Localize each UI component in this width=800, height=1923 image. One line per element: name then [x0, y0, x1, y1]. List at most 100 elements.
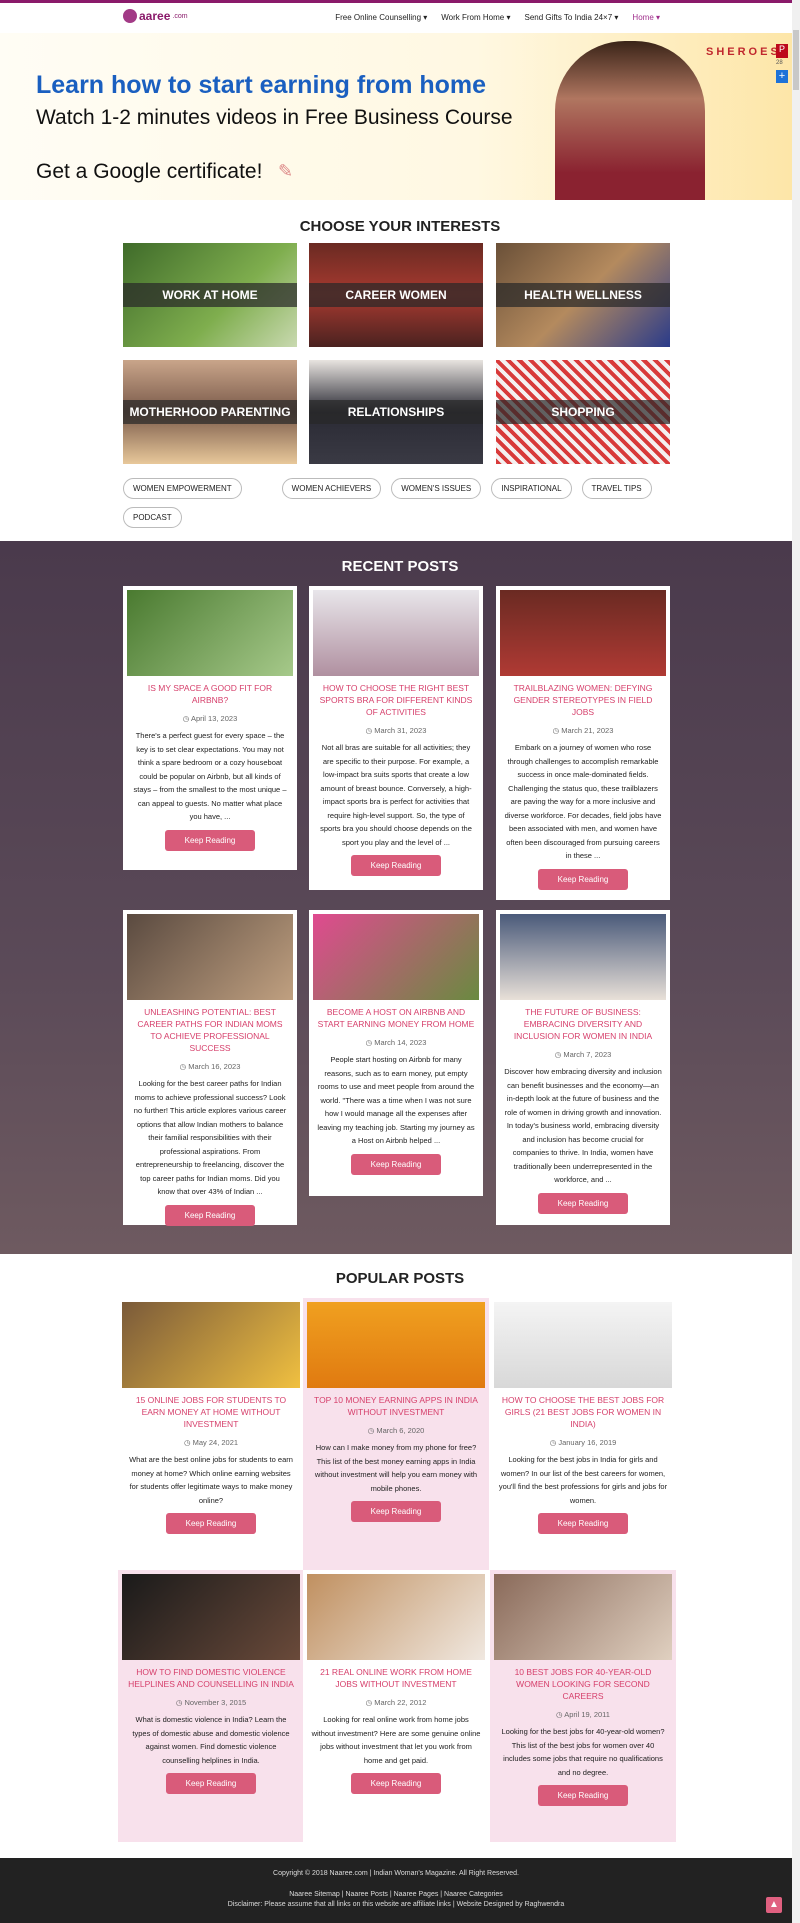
post-thumbnail[interactable]: [494, 1302, 672, 1388]
logo-icon: [123, 9, 137, 23]
post-card[interactable]: BECOME A HOST ON AIRBNB AND START EARNIN…: [309, 910, 483, 1196]
post-thumbnail[interactable]: [500, 590, 666, 676]
keep-reading-button[interactable]: Keep Reading: [350, 1501, 442, 1522]
post-thumbnail[interactable]: [127, 590, 293, 676]
post-thumbnail[interactable]: [307, 1302, 485, 1388]
certificate-icon: ✎: [278, 161, 294, 181]
post-title[interactable]: BECOME A HOST ON AIRBNB AND START EARNIN…: [313, 1006, 479, 1030]
scroll-to-top-button[interactable]: ▲: [766, 1897, 782, 1913]
share-plus-icon[interactable]: +: [776, 70, 788, 83]
post-card[interactable]: UNLEASHING POTENTIAL: BEST CAREER PATHS …: [123, 910, 297, 1226]
banner-headline: Learn how to start earning from home: [36, 71, 487, 99]
keep-reading-button[interactable]: Keep Reading: [537, 868, 629, 890]
post-card[interactable]: THE FUTURE OF BUSINESS: EMBRACING DIVERS…: [496, 910, 670, 1225]
post-date-text: April 13, 2023: [190, 714, 238, 723]
keep-reading-button[interactable]: Keep Reading: [350, 855, 442, 876]
interest-relationships[interactable]: RELATIONSHIPS: [309, 360, 483, 464]
keep-reading-button[interactable]: Keep Reading: [537, 1513, 629, 1534]
post-date-text: March 22, 2012: [374, 1698, 427, 1707]
keep-reading-button[interactable]: Keep Reading: [165, 1513, 257, 1534]
clock-icon: ◷: [365, 1698, 373, 1707]
tile-label: RELATIONSHIPS: [309, 400, 483, 424]
tile-label: MOTHERHOOD PARENTING: [123, 400, 297, 424]
post-card[interactable]: 21 REAL ONLINE WORK FROM HOME JOBS WITHO…: [303, 1570, 489, 1842]
footer-links[interactable]: Naaree Sitemap | Naaree Posts | Naaree P…: [0, 1891, 792, 1898]
interest-health-wellness[interactable]: HEALTH WELLNESS: [496, 243, 670, 347]
tag-women-empowerment[interactable]: WOMEN EMPOWERMENT: [123, 478, 242, 499]
post-card[interactable]: HOW TO CHOOSE THE BEST JOBS FOR GIRLS (2…: [490, 1298, 676, 1570]
post-title[interactable]: THE FUTURE OF BUSINESS: EMBRACING DIVERS…: [500, 1006, 666, 1042]
post-card[interactable]: HOW TO CHOOSE THE RIGHT BEST SPORTS BRA …: [309, 586, 483, 890]
logo-suffix: .com: [172, 12, 188, 20]
post-thumbnail[interactable]: [313, 914, 479, 1000]
course-banner[interactable]: Learn how to start earning from home Wat…: [0, 33, 792, 200]
keep-reading-button[interactable]: Keep Reading: [537, 1192, 629, 1214]
keep-reading-button[interactable]: Keep Reading: [350, 1773, 442, 1794]
popular-posts-title: POPULAR POSTS: [335, 1270, 465, 1287]
post-excerpt: Looking for the best career paths for In…: [133, 1079, 287, 1196]
post-title[interactable]: 21 REAL ONLINE WORK FROM HOME JOBS WITHO…: [307, 1666, 485, 1690]
nav-send-gifts[interactable]: Send Gifts To India 24×7 ▾: [524, 13, 618, 22]
keep-reading-button[interactable]: Keep Reading: [350, 1153, 442, 1175]
post-title[interactable]: HOW TO CHOOSE THE BEST JOBS FOR GIRLS (2…: [494, 1394, 672, 1430]
post-thumbnail[interactable]: [122, 1574, 300, 1660]
clock-icon: ◷: [365, 1038, 373, 1047]
interest-shopping[interactable]: SHOPPING: [496, 360, 670, 464]
post-thumbnail[interactable]: [494, 1574, 672, 1660]
post-title[interactable]: IS MY SPACE A GOOD FIT FOR AIRBNB?: [127, 682, 293, 706]
post-date: ◷ March 6, 2020: [307, 1426, 485, 1435]
post-card[interactable]: 10 BEST JOBS FOR 40-YEAR-OLD WOMEN LOOKI…: [490, 1570, 676, 1842]
clock-icon: ◷: [367, 1426, 375, 1435]
post-thumbnail[interactable]: [500, 914, 666, 1000]
post-thumbnail[interactable]: [307, 1574, 485, 1660]
tag-inspirational[interactable]: INSPIRATIONAL: [491, 478, 572, 499]
post-title[interactable]: HOW TO CHOOSE THE RIGHT BEST SPORTS BRA …: [313, 682, 479, 718]
post-excerpt: What are the best online jobs for studen…: [129, 1455, 293, 1505]
tag-womens-issues[interactable]: WOMEN'S ISSUES: [391, 478, 482, 499]
keep-reading-button[interactable]: Keep Reading: [165, 1773, 257, 1794]
pinterest-icon[interactable]: P: [776, 44, 788, 58]
keep-reading-button[interactable]: Keep Reading: [164, 829, 256, 851]
footer-copyright: Copyright © 2018 Naaree.com | Indian Wom…: [273, 1870, 519, 1877]
clock-icon: ◷: [554, 1050, 562, 1059]
interest-motherhood-parenting[interactable]: MOTHERHOOD PARENTING: [123, 360, 297, 464]
nav-work-from-home[interactable]: Work From Home ▾: [441, 13, 510, 22]
site-logo[interactable]: aaree .com: [123, 9, 188, 23]
post-date: ◷ April 13, 2023: [127, 714, 293, 723]
interest-work-at-home[interactable]: WORK AT HOME: [123, 243, 297, 347]
post-card[interactable]: TOP 10 MONEY EARNING APPS IN INDIA WITHO…: [303, 1298, 489, 1570]
post-thumbnail[interactable]: [127, 914, 293, 1000]
post-date: ◷ March 14, 2023: [313, 1038, 479, 1047]
clock-icon: ◷: [549, 1438, 557, 1447]
post-date-text: March 7, 2023: [563, 1050, 612, 1059]
post-title[interactable]: HOW TO FIND DOMESTIC VIOLENCE HELPLINES …: [122, 1666, 300, 1690]
scrollbar-thumb[interactable]: [793, 30, 799, 90]
nav-free-online-counselling[interactable]: Free Online Counselling ▾: [335, 13, 427, 22]
post-thumbnail[interactable]: [313, 590, 479, 676]
tag-list: WOMEN EMPOWERMENT WOMEN ACHIEVERS WOMEN'…: [123, 478, 683, 528]
post-title[interactable]: TRAILBLAZING WOMEN: DEFYING GENDER STERE…: [500, 682, 666, 718]
tile-label: WORK AT HOME: [123, 283, 297, 307]
keep-reading-button[interactable]: Keep Reading: [537, 1785, 629, 1806]
post-title[interactable]: 10 BEST JOBS FOR 40-YEAR-OLD WOMEN LOOKI…: [494, 1666, 672, 1702]
post-title[interactable]: TOP 10 MONEY EARNING APPS IN INDIA WITHO…: [307, 1394, 485, 1418]
post-card[interactable]: IS MY SPACE A GOOD FIT FOR AIRBNB? ◷ Apr…: [123, 586, 297, 870]
post-thumbnail[interactable]: [122, 1302, 300, 1388]
post-title[interactable]: UNLEASHING POTENTIAL: BEST CAREER PATHS …: [127, 1006, 293, 1054]
keep-reading-button[interactable]: Keep Reading: [164, 1204, 256, 1226]
tag-women-achievers[interactable]: WOMEN ACHIEVERS: [281, 478, 382, 499]
tag-podcast[interactable]: PODCAST: [123, 507, 182, 528]
post-title[interactable]: 15 ONLINE JOBS FOR STUDENTS TO EARN MONE…: [122, 1394, 300, 1430]
clock-icon: ◷: [179, 1062, 187, 1071]
post-date-text: March 21, 2023: [561, 726, 614, 735]
tag-travel-tips[interactable]: TRAVEL TIPS: [581, 478, 652, 499]
post-card[interactable]: 15 ONLINE JOBS FOR STUDENTS TO EARN MONE…: [118, 1298, 304, 1570]
tile-label: SHOPPING: [496, 400, 670, 424]
page-scrollbar[interactable]: [792, 0, 800, 1923]
post-date-text: November 3, 2015: [184, 1698, 247, 1707]
post-card[interactable]: HOW TO FIND DOMESTIC VIOLENCE HELPLINES …: [118, 1570, 304, 1842]
post-date-text: March 14, 2023: [374, 1038, 427, 1047]
post-card[interactable]: TRAILBLAZING WOMEN: DEFYING GENDER STERE…: [496, 586, 670, 900]
interest-career-women[interactable]: CAREER WOMEN: [309, 243, 483, 347]
nav-home[interactable]: Home ▾: [632, 13, 660, 22]
